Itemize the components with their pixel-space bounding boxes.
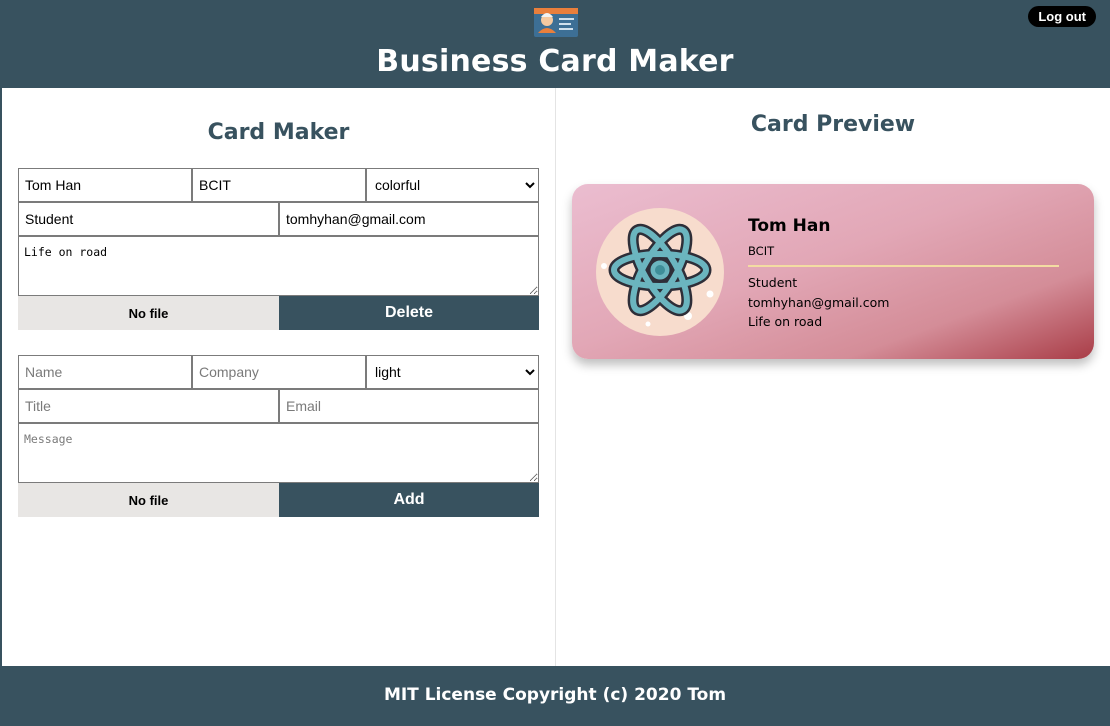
editor-title: Card Maker	[207, 120, 350, 145]
new-name-field[interactable]	[18, 355, 192, 389]
atom-icon	[601, 223, 714, 327]
id-card-icon	[533, 6, 579, 38]
app-title: Business Card Maker	[376, 44, 734, 79]
business-card-preview: Tom Han BCIT Student tomhyhan@gmail.com …	[572, 184, 1094, 359]
new-email-field[interactable]	[279, 389, 539, 423]
company-field[interactable]	[192, 168, 366, 202]
avatar	[596, 208, 724, 336]
footer-text: MIT License Copyright (c) 2020 Tom	[383, 685, 727, 705]
new-company-field[interactable]	[192, 355, 366, 389]
delete-button[interactable]: Delete	[279, 296, 539, 330]
card-email: tomhyhan@gmail.com	[748, 295, 890, 310]
file-upload-button[interactable]: No file	[18, 296, 279, 330]
add-button[interactable]: Add	[279, 483, 539, 517]
new-file-upload-button[interactable]: No file	[18, 483, 279, 517]
card-name: Tom Han	[748, 216, 831, 236]
main-content: Card Maker colorful light dark Life on r…	[0, 88, 1110, 666]
email-field[interactable]	[279, 202, 539, 236]
new-theme-select[interactable]: light dark colorful	[366, 355, 539, 389]
card-message: Life on road	[748, 314, 823, 329]
title-field[interactable]	[18, 202, 279, 236]
name-field[interactable]	[18, 168, 192, 202]
card-divider	[748, 265, 1059, 267]
card-company: BCIT	[748, 244, 775, 258]
new-message-field[interactable]	[18, 423, 539, 483]
preview-title: Card Preview	[750, 112, 916, 137]
panel-divider	[555, 88, 556, 666]
app-header: Business Card Maker Log out	[0, 0, 1110, 88]
left-edge	[0, 88, 2, 666]
logout-button[interactable]: Log out	[1028, 6, 1096, 27]
theme-select[interactable]: colorful light dark	[366, 168, 539, 202]
new-title-field[interactable]	[18, 389, 279, 423]
app-footer: MIT License Copyright (c) 2020 Tom	[0, 666, 1110, 726]
card-title: Student	[748, 275, 798, 290]
message-field[interactable]: Life on road	[18, 236, 539, 296]
